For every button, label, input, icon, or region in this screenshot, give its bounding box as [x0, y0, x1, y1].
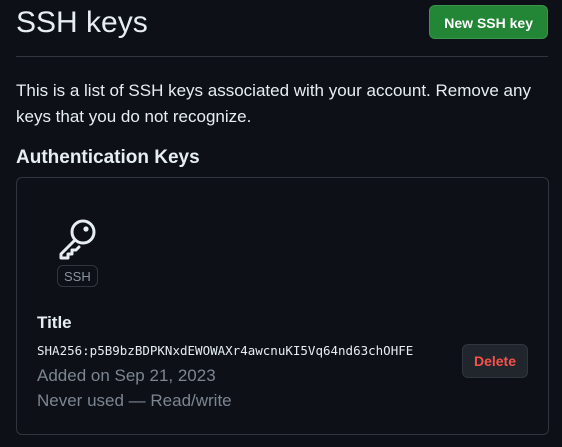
- key-usage-status: Never used — Read/write: [37, 391, 232, 410]
- key-icon: [55, 216, 99, 260]
- new-ssh-key-button[interactable]: New SSH key: [429, 5, 548, 39]
- key-type-badge: SSH: [57, 265, 98, 287]
- key-fingerprint: SHA256:p5B9bzBDPKNxdEWOWAXr4awcnuKI5Vq64…: [37, 343, 414, 358]
- key-added-date: Added on Sep 21, 2023: [37, 366, 216, 385]
- ssh-key-item: SSH Title SHA256:p5B9bzBDPKNxdEWOWAXr4aw…: [16, 177, 549, 435]
- delete-key-button[interactable]: Delete: [462, 344, 528, 378]
- page-title: SSH keys: [16, 6, 148, 39]
- page-header: SSH keys New SSH key: [16, 0, 548, 57]
- section-heading: Authentication Keys: [16, 147, 200, 168]
- page-description: This is a list of SSH keys associated wi…: [16, 81, 531, 126]
- key-title: Title: [37, 313, 72, 332]
